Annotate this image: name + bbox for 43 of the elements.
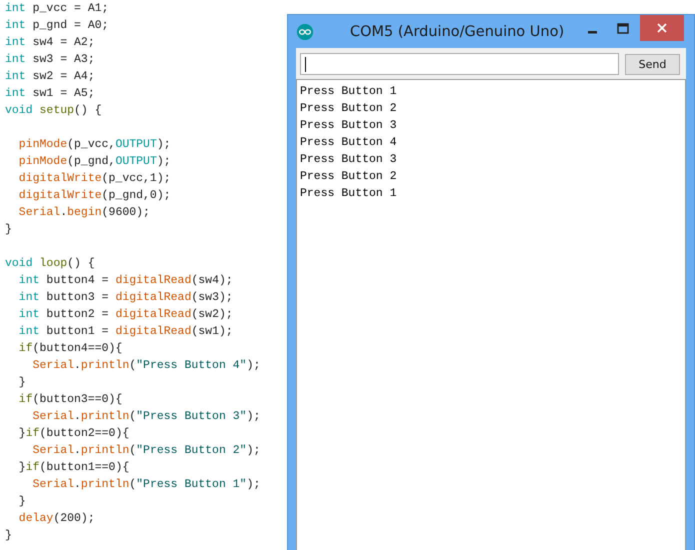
code-line: int sw1 = A5;	[4, 86, 95, 102]
code-line: }	[4, 528, 12, 544]
code-line: Serial.println("Press Button 3");	[32, 409, 260, 425]
code-line: int button4 = digitalRead(sw4);	[18, 273, 233, 289]
infinity-logo-icon	[296, 22, 314, 40]
code-line: if(button3==0){	[18, 392, 122, 408]
code-line: }	[18, 375, 26, 391]
code-line: int button1 = digitalRead(sw1);	[18, 324, 233, 340]
code-line: }	[18, 494, 26, 510]
code-line: pinMode(p_vcc,OUTPUT);	[18, 137, 171, 153]
window-title: COM5 (Arduino/Genuino Uno)	[350, 24, 564, 40]
code-line: Serial.println("Press Button 4");	[32, 358, 260, 374]
code-line: Serial.println("Press Button 2");	[32, 443, 260, 459]
code-line: }	[4, 222, 12, 238]
code-line: digitalWrite(p_vcc,1);	[18, 171, 171, 187]
code-line: int sw4 = A2;	[4, 35, 95, 51]
output-line: Press Button 4	[300, 135, 397, 151]
code-line: }if(button2==0){	[18, 426, 130, 442]
code-line: Serial.println("Press Button 1");	[32, 477, 260, 493]
send-button[interactable]: Send	[625, 54, 680, 74]
code-line: int button2 = digitalRead(sw2);	[18, 307, 233, 323]
code-line: int p_gnd = A0;	[4, 18, 109, 34]
code-line: Serial.begin(9600);	[18, 205, 150, 221]
input-field[interactable]	[300, 53, 619, 75]
output-line: Press Button 1	[300, 84, 397, 100]
output-line: Press Button 1	[300, 186, 397, 202]
output-line: Press Button 3	[300, 152, 397, 168]
code-line: digitalWrite(p_gnd,0);	[18, 188, 171, 204]
code-line: }if(button1==0){	[18, 460, 130, 476]
close-icon	[657, 23, 667, 33]
code-line: pinMode(p_gnd,OUTPUT);	[18, 154, 171, 170]
code-line: delay(200);	[18, 511, 95, 527]
code-line: int sw2 = A4;	[4, 69, 95, 85]
code-line: if(button4==0){	[18, 341, 122, 357]
output-line: Press Button 3	[300, 118, 397, 134]
code-line: void setup() {	[4, 103, 102, 119]
code-line: int button3 = digitalRead(sw3);	[18, 290, 233, 306]
output-line: Press Button 2	[300, 101, 397, 117]
code-line: int sw3 = A3;	[4, 52, 95, 68]
code-line: int p_vcc = A1;	[4, 1, 109, 17]
output-line: Press Button 2	[300, 169, 397, 185]
code-line: void loop() {	[4, 256, 95, 272]
close-button[interactable]	[640, 15, 684, 41]
